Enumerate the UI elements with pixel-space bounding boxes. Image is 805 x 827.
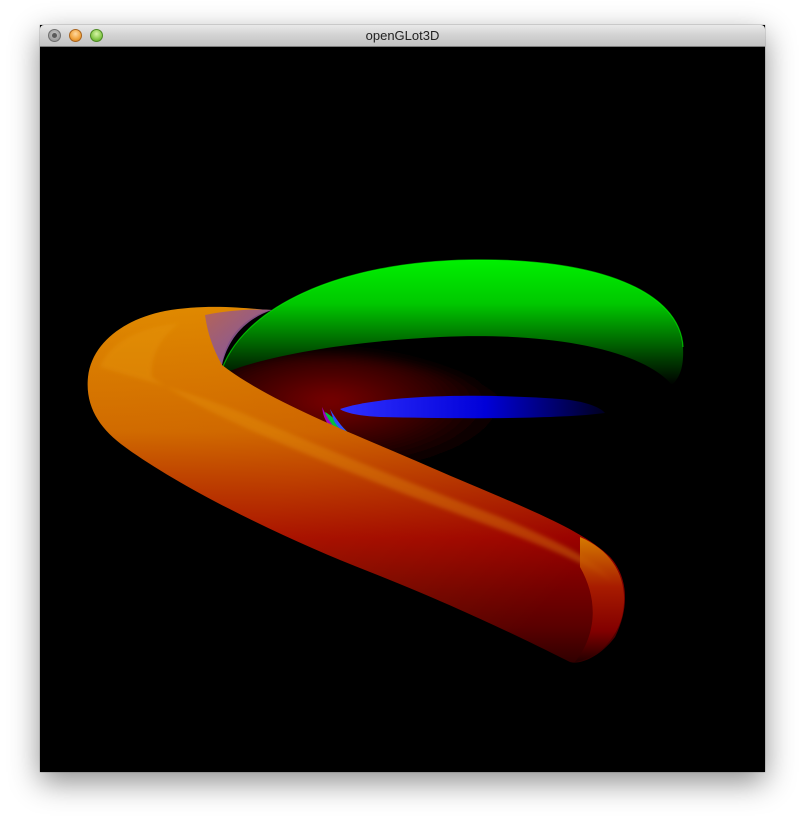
- opengl-canvas[interactable]: [40, 47, 765, 772]
- rendered-3d-surface: [87, 259, 684, 663]
- window-title: openGLot3D: [365, 28, 440, 43]
- title-bar[interactable]: openGLot3D: [40, 25, 765, 47]
- app-window: openGLot3D: [40, 25, 765, 772]
